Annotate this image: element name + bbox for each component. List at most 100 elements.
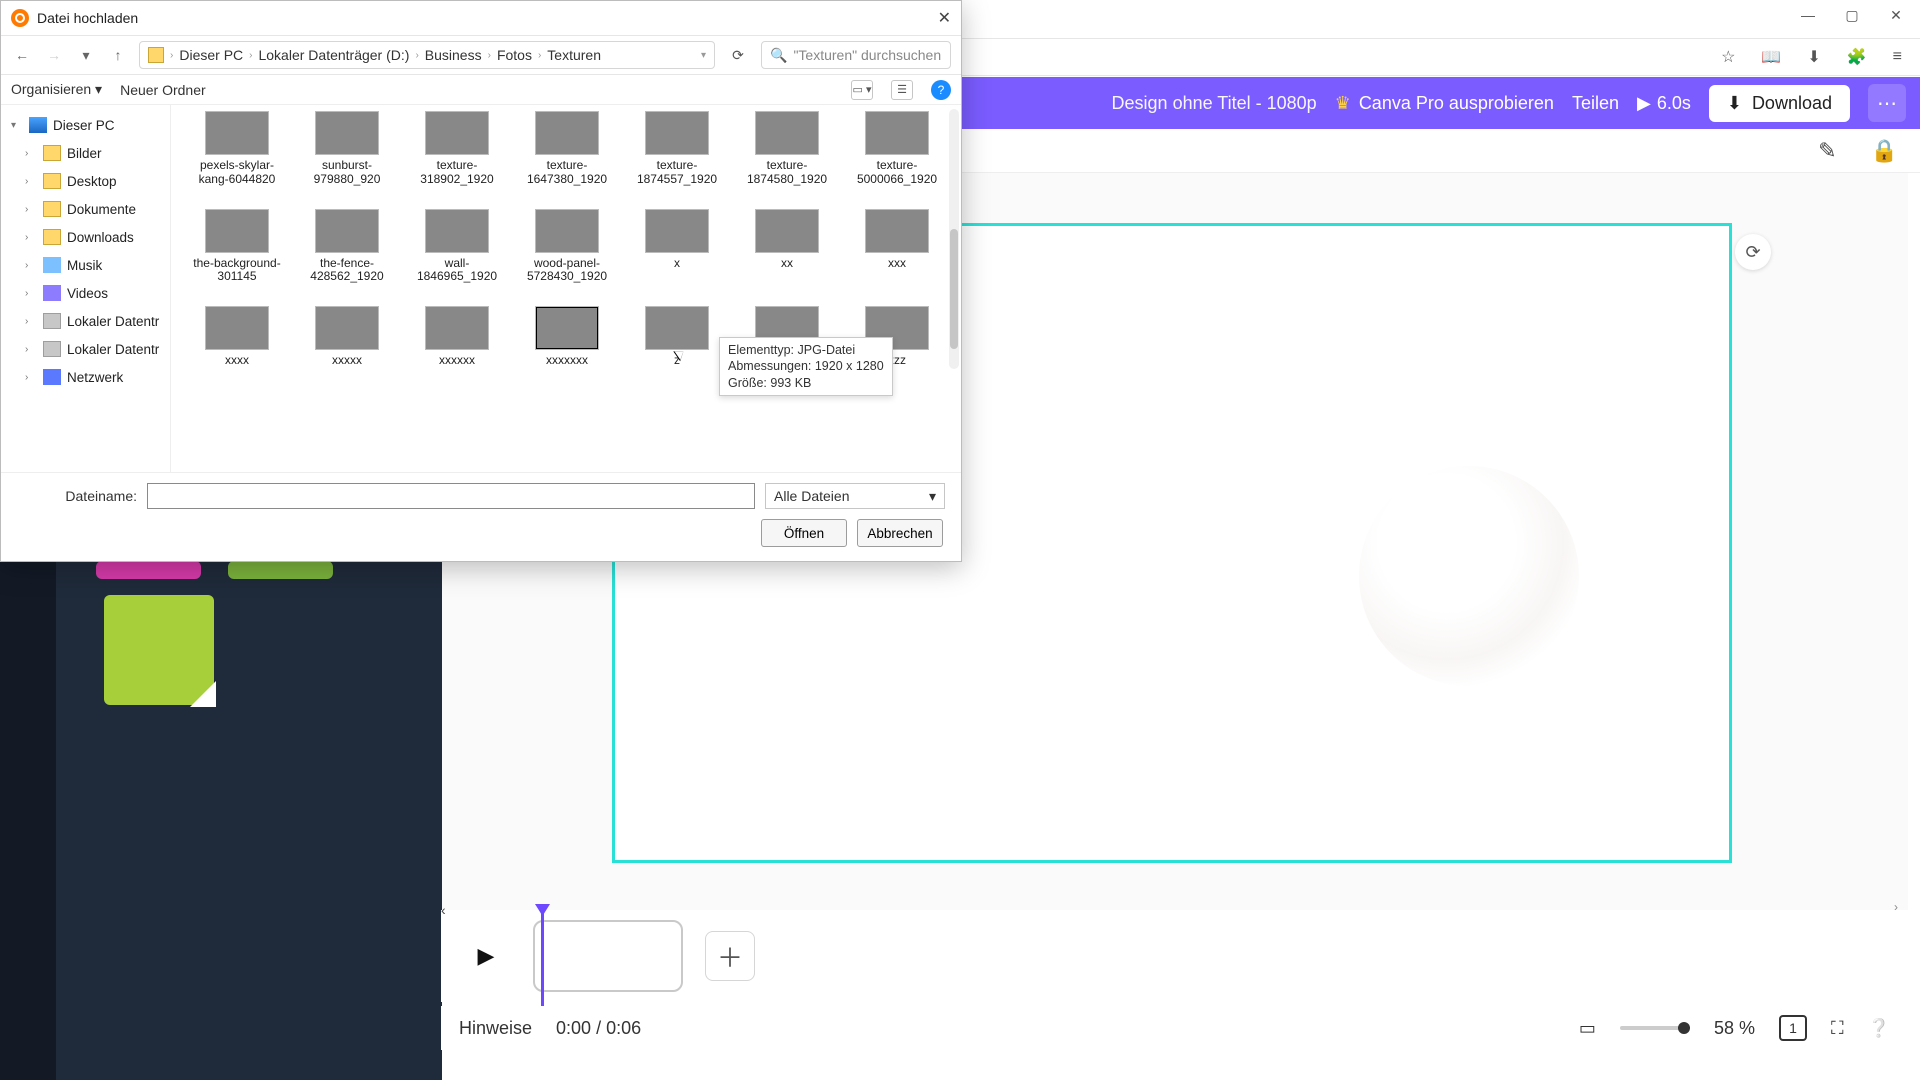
- tree-caret-icon[interactable]: ›: [25, 260, 37, 271]
- search-box[interactable]: 🔍 "Texturen" durchsuchen: [761, 41, 951, 69]
- tree-node[interactable]: ›Videos: [5, 279, 166, 307]
- crumb-1[interactable]: Lokaler Datenträger (D:): [258, 47, 409, 63]
- tree-caret-icon[interactable]: ›: [25, 176, 37, 187]
- file-thumbnail[interactable]: texture-5000066_1920: [845, 111, 949, 187]
- bookmark-star-icon[interactable]: ☆: [1721, 47, 1735, 67]
- crumb-2[interactable]: Business: [425, 47, 482, 63]
- file-thumbnail[interactable]: texture-1874557_1920: [625, 111, 729, 187]
- magic-tool-icon[interactable]: ✎: [1818, 138, 1836, 164]
- file-thumbnail[interactable]: xx: [735, 209, 839, 285]
- tree-caret-icon[interactable]: ▾: [11, 120, 23, 131]
- tree-caret-icon[interactable]: ›: [25, 288, 37, 299]
- file-thumbnail[interactable]: x: [625, 209, 729, 285]
- file-thumbnail[interactable]: wood-panel-5728430_1920: [515, 209, 619, 285]
- lock-icon[interactable]: 🔒: [1871, 138, 1898, 164]
- tree-node[interactable]: ›Bilder: [5, 139, 166, 167]
- cancel-button[interactable]: Abbrechen: [857, 519, 943, 547]
- tree-caret-icon[interactable]: ›: [25, 204, 37, 215]
- design-title[interactable]: Design ohne Titel - 1080p: [1112, 93, 1317, 114]
- nav-back-button[interactable]: ←: [11, 47, 33, 63]
- swatch-magenta[interactable]: [96, 561, 201, 579]
- extensions-icon[interactable]: 🧩: [1847, 47, 1867, 67]
- swatch-green-small[interactable]: [228, 561, 333, 579]
- swatch-green-large[interactable]: [104, 595, 214, 705]
- chevron-down-icon[interactable]: ▾: [701, 50, 706, 61]
- file-thumbnail[interactable]: texture-1647380_1920: [515, 111, 619, 187]
- play-duration-button[interactable]: ▶ 6.0s: [1637, 93, 1691, 114]
- reader-mode-icon[interactable]: 📖: [1761, 47, 1781, 67]
- organize-menu[interactable]: Organisieren ▾: [11, 81, 102, 98]
- timeline-collapse-right[interactable]: ›: [1894, 900, 1898, 914]
- tree-caret-icon[interactable]: ›: [25, 232, 37, 243]
- file-thumbnail[interactable]: texture-1874580_1920: [735, 111, 839, 187]
- tree-node[interactable]: ›Musik: [5, 251, 166, 279]
- tree-node[interactable]: ›Downloads: [5, 223, 166, 251]
- download-button[interactable]: ⬇ Download: [1709, 85, 1850, 122]
- nav-reload-button[interactable]: ⟳: [725, 47, 751, 64]
- file-thumbnail[interactable]: the-fence-428562_1920: [295, 209, 399, 285]
- window-close-button[interactable]: ✕: [1886, 5, 1906, 25]
- tree-caret-icon[interactable]: ›: [25, 148, 37, 159]
- file-pane-scrollbar[interactable]: [949, 109, 959, 369]
- share-button[interactable]: Teilen: [1572, 93, 1619, 114]
- downloads-icon[interactable]: ⬇: [1807, 47, 1820, 67]
- timeline-add-clip-button[interactable]: ＋: [705, 931, 755, 981]
- file-thumbnail[interactable]: pexels-skylar-kang-6044820: [185, 111, 289, 187]
- view-list-button[interactable]: ☰: [891, 80, 913, 100]
- tree-node[interactable]: ›Desktop: [5, 167, 166, 195]
- view-mode-toggle[interactable]: ▭ ▾: [851, 80, 873, 100]
- tree-caret-icon[interactable]: ›: [25, 344, 37, 355]
- filetype-select[interactable]: Alle Dateien ▾: [765, 483, 945, 509]
- timeline-collapse-left[interactable]: ‹: [441, 902, 446, 918]
- tree-node[interactable]: ›Netzwerk: [5, 363, 166, 391]
- new-folder-button[interactable]: Neuer Ordner: [120, 82, 206, 98]
- fullscreen-icon[interactable]: ⛶: [1831, 1018, 1844, 1039]
- tree-caret-icon[interactable]: ›: [25, 372, 37, 383]
- tree-node-icon: [43, 313, 61, 329]
- nav-recent-dropdown[interactable]: ▾: [75, 47, 97, 64]
- open-button[interactable]: Öffnen: [761, 519, 847, 547]
- dialog-help-button[interactable]: ?: [931, 80, 951, 100]
- tree-node-icon: [43, 369, 61, 385]
- tree-node[interactable]: ›Dokumente: [5, 195, 166, 223]
- timeline-playhead[interactable]: [541, 910, 544, 1006]
- tree-node[interactable]: ▾Dieser PC: [5, 111, 166, 139]
- filename-input[interactable]: [147, 483, 755, 509]
- window-minimize-button[interactable]: —: [1798, 5, 1818, 25]
- crumb-0[interactable]: Dieser PC: [179, 47, 243, 63]
- file-thumbnail[interactable]: z: [625, 306, 729, 368]
- timeline-play-button[interactable]: ▶: [461, 931, 511, 981]
- crumb-4[interactable]: Texturen: [547, 47, 601, 63]
- file-thumbnail[interactable]: texture-318902_1920: [405, 111, 509, 187]
- file-thumbnail[interactable]: the-background-301145: [185, 209, 289, 285]
- tree-node[interactable]: ›Lokaler Datentr: [5, 335, 166, 363]
- file-thumbnail[interactable]: wall-1846965_1920: [405, 209, 509, 285]
- file-thumbnail[interactable]: xxxx: [185, 306, 289, 368]
- header-more-button[interactable]: ⋯: [1868, 84, 1906, 122]
- timeline-clip[interactable]: [533, 920, 683, 992]
- view-grid-icon[interactable]: ▭: [1579, 1018, 1596, 1039]
- canva-pro-button[interactable]: ♛ Canva Pro ausprobieren: [1335, 93, 1554, 114]
- pages-badge[interactable]: 1: [1779, 1015, 1807, 1041]
- crumb-3[interactable]: Fotos: [497, 47, 532, 63]
- canvas-refresh-button[interactable]: ⟳: [1735, 234, 1771, 270]
- folder-tree[interactable]: ▾Dieser PC›Bilder›Desktop›Dokumente›Down…: [1, 105, 171, 472]
- file-thumbnail[interactable]: xxx: [845, 209, 949, 285]
- browser-menu-icon[interactable]: ≡: [1893, 48, 1902, 66]
- file-thumbnail[interactable]: xxxxxxx: [515, 306, 619, 368]
- zoom-percent[interactable]: 58 %: [1714, 1018, 1755, 1039]
- zoom-slider[interactable]: [1620, 1026, 1690, 1030]
- tree-caret-icon[interactable]: ›: [25, 316, 37, 327]
- help-icon[interactable]: ❔: [1868, 1018, 1890, 1039]
- file-pane[interactable]: pexels-skylar-kang-6044820sunburst-97988…: [171, 105, 961, 472]
- window-maximize-button[interactable]: ▢: [1842, 5, 1862, 25]
- file-thumbnail[interactable]: xxxxx: [295, 306, 399, 368]
- hints-button[interactable]: Hinweise: [459, 1018, 532, 1039]
- file-thumbnail[interactable]: xxxxxx: [405, 306, 509, 368]
- file-thumbnail[interactable]: sunburst-979880_920: [295, 111, 399, 187]
- nav-up-button[interactable]: ↑: [107, 47, 129, 63]
- breadcrumb[interactable]: › Dieser PC › Lokaler Datenträger (D:) ›…: [139, 41, 715, 69]
- dialog-close-button[interactable]: ✕: [938, 8, 951, 28]
- tree-node[interactable]: ›Lokaler Datentr: [5, 307, 166, 335]
- nav-forward-button[interactable]: →: [43, 47, 65, 63]
